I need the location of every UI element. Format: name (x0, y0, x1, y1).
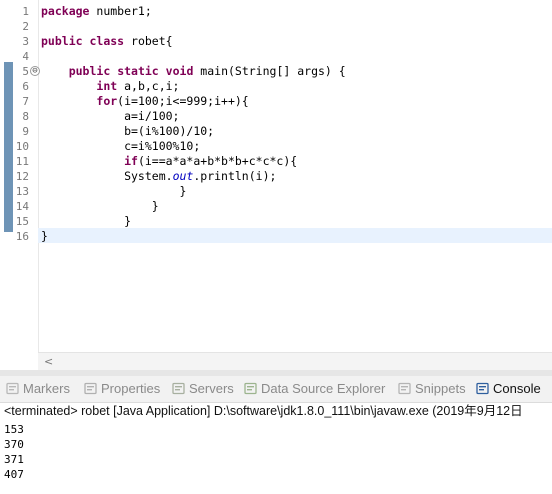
horizontal-scrollbar[interactable]: < (38, 352, 552, 370)
tab-label: Data Source Explorer (261, 381, 386, 396)
code-token: .println(i); (193, 169, 277, 183)
tab-label: Properties (101, 381, 161, 396)
servers-icon (172, 378, 185, 395)
code-token: } (41, 229, 48, 243)
line-number: 3 (22, 35, 29, 48)
console-output-line: 407 (4, 468, 24, 481)
keyword-token: for (96, 94, 118, 108)
tab-servers[interactable]: Servers (172, 376, 234, 402)
tab-label: Snippets (415, 381, 466, 396)
code-line: public class robet{ (41, 34, 173, 49)
code-token: c=i%100%10; (41, 139, 201, 153)
properties-icon (84, 378, 97, 395)
view-tab-bar: Markers Properties Servers Data Source Expl… (0, 376, 552, 403)
code-line: for(i=100;i<=999;i++){ (41, 94, 249, 109)
snippets-icon (398, 378, 411, 395)
code-line: public static void main(String[] args) { (41, 64, 346, 79)
tab-label: Console (493, 381, 541, 396)
tab-label: Servers (189, 381, 234, 396)
code-line: int a,b,c,i; (41, 79, 179, 94)
keyword-token: if (124, 154, 138, 168)
code-line: } (41, 199, 159, 214)
code-line: package number1; (41, 4, 152, 19)
code-token: b=(i%100)/10; (41, 124, 215, 138)
code-line: b=(i%100)/10; (41, 124, 214, 139)
data-source-explorer-icon (244, 378, 257, 395)
console-status-text: <terminated> robet [Java Application] D:… (4, 404, 523, 418)
tab-markers[interactable]: Markers (6, 376, 70, 402)
console-output-line: 370 (4, 438, 24, 451)
keyword-token: class (89, 34, 125, 48)
collapse-icon[interactable]: ⊖ (30, 66, 40, 76)
tab-label: Markers (23, 381, 70, 396)
keyword-token: static (117, 64, 159, 78)
code-line: a=i/100; (41, 109, 179, 124)
code-token: robet{ (124, 34, 173, 48)
code-token: (i=100;i<=999;i++){ (117, 94, 249, 108)
code-token: } (41, 199, 159, 213)
code-token: a,b,c,i; (117, 79, 180, 93)
code-token: number1; (89, 4, 152, 18)
code-token: a=i/100; (41, 109, 180, 123)
code-token: (i==a*a*a+b*b*b+c*c*c){ (137, 154, 298, 168)
current-line-highlight (38, 228, 552, 243)
code-token: main(String[] args) { (193, 64, 346, 78)
tab-data-source-explorer[interactable]: Data Source Explorer (244, 376, 385, 402)
tab-snippets[interactable]: Snippets (398, 376, 466, 402)
code-line: } (41, 184, 186, 199)
line-number: 2 (22, 20, 29, 33)
static-field-token: out (172, 169, 194, 183)
keyword-token: public (41, 34, 83, 48)
code-editor[interactable]: 1 2 3 4 5 6 7 8 9 10 11 12 13 14 15 16 ⊖ package number… (0, 0, 552, 370)
console-output-line: 371 (4, 453, 24, 466)
code-token: System. (41, 169, 173, 183)
tab-console[interactable]: Console (476, 376, 541, 402)
code-token: } (41, 184, 187, 198)
code-token: } (41, 214, 132, 228)
change-ruler-bar (4, 62, 13, 232)
scroll-left-icon[interactable]: < (44, 353, 53, 370)
console-output-line: 153 (4, 423, 24, 436)
markers-icon (6, 378, 19, 395)
keyword-token: public (68, 64, 111, 78)
code-line: c=i%100%10; (41, 139, 200, 154)
console-panel: <terminated> robet [Java Application] D:… (0, 403, 552, 494)
keyword-token: int (96, 79, 118, 93)
code-line: System.out.println(i); (41, 169, 276, 184)
code-line: if(i==a*a*a+b*b*b+c*c*c){ (41, 154, 297, 169)
tab-properties[interactable]: Properties (84, 376, 160, 402)
line-number: 1 (22, 5, 29, 18)
code-line: } (41, 229, 48, 244)
keyword-token: void (165, 64, 194, 78)
code-line: } (41, 214, 131, 229)
keyword-token: package (41, 4, 90, 18)
console-icon (476, 378, 489, 395)
